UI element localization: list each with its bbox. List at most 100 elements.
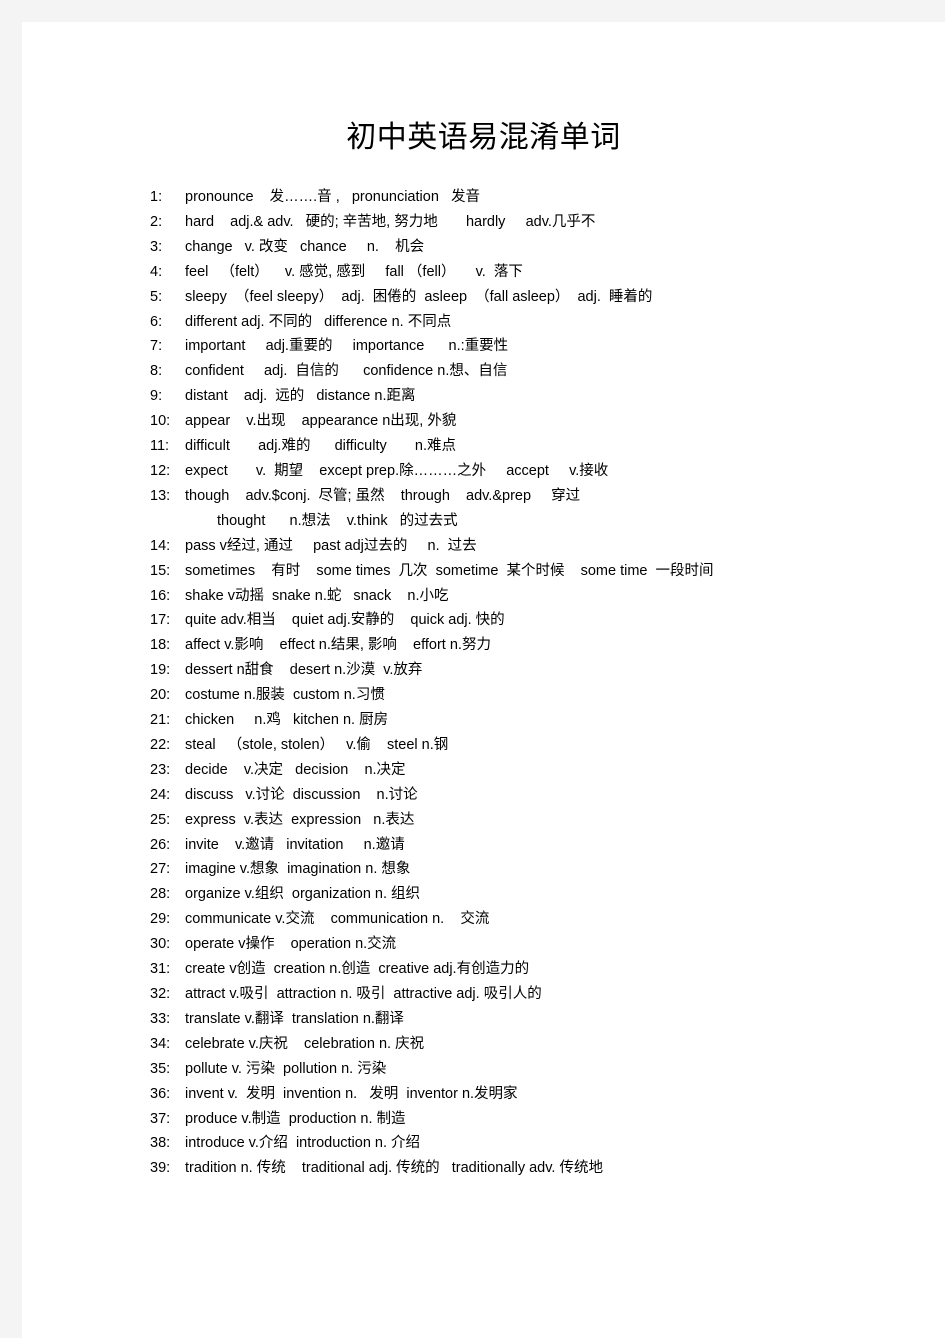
word-pair-row: 27: imagine v.想象 imagination n. 想象 — [150, 857, 890, 882]
word-pair-row: 9: distant adj. 远的 distance n.距离 — [150, 384, 890, 409]
word-pair-row: 6: different adj. 不同的 difference n. 不同点 — [150, 310, 890, 335]
word-pair-text: appear v.出现 appearance n出现, 外貌 — [185, 413, 457, 430]
word-pair-index: 33: — [150, 1010, 171, 1027]
word-pair-index: 13: — [150, 487, 171, 504]
word-pair-text: dessert n甜食 desert n.沙漠 v.放弃 — [185, 662, 423, 679]
word-pair-row: 35: pollute v. 污染 pollution n. 污染 — [150, 1057, 890, 1082]
word-pair-row: 12: expect v. 期望 except prep.除………之外 accep… — [150, 459, 890, 484]
word-pair-text: pass v经过, 通过 past adj过去的 n. 过去 — [185, 537, 477, 554]
word-pair-row: 4: feel （felt） v. 感觉, 感到 fall （fell） v. 落… — [150, 260, 890, 285]
word-pair-text: tradition n. 传统 traditional adj. 传统的 tra… — [185, 1160, 603, 1177]
word-pair-index: 14: — [150, 537, 171, 554]
word-pair-index: 35: — [150, 1060, 171, 1077]
word-pair-index: 16: — [150, 587, 171, 604]
word-pair-row: 2: hard adj.& adv. 硬的; 辛苦地, 努力地 hardly ad… — [150, 210, 890, 235]
word-pair-index: 1: — [150, 189, 163, 205]
document-page: 初中英语易混淆单词 1: pronounce 发…….音 , pronunciat… — [22, 22, 945, 1338]
word-pair-row: 8: confident adj. 自信的 confidence n.想、自信 — [150, 359, 890, 384]
word-pair-text: important adj.重要的 importance n.:重要性 — [185, 338, 509, 355]
word-pair-index: 9: — [150, 388, 163, 405]
word-pair-text: sleepy （feel sleepy） adj. 困倦的 asleep （fa… — [185, 288, 653, 305]
word-pair-row: 25: express v.表达 expression n.表达 — [150, 808, 890, 833]
word-pair-index: 28: — [150, 886, 171, 903]
word-pair-text: expect v. 期望 except prep.除………之外 accept v… — [185, 462, 609, 479]
word-pair-row: 28: organize v.组织 organization n. 组织 — [150, 882, 890, 907]
word-pair-index: 4: — [150, 263, 163, 280]
word-pair-index: 29: — [150, 911, 171, 928]
word-pair-index: 19: — [150, 662, 171, 679]
word-pair-text: attract v.吸引 attraction n. 吸引 attractive… — [185, 986, 542, 1002]
word-pair-index: 6: — [150, 313, 163, 330]
word-pair-row: 31: create v创造 creation n.创造 creative adj… — [150, 957, 890, 982]
word-pair-row: 29: communicate v.交流 communication n. 交流 — [150, 907, 890, 932]
word-pair-text: operate v操作 operation n.交流 — [185, 936, 397, 953]
word-pair-text: pollute v. 污染 pollution n. 污染 — [185, 1060, 387, 1077]
word-pair-text: sometimes 有时 some times 几次 sometime 某个时候… — [185, 562, 714, 579]
word-pair-index: 5: — [150, 288, 163, 305]
word-pair-text: express v.表达 expression n.表达 — [185, 811, 415, 828]
word-pair-row: 10: appear v.出现 appearance n出现, 外貌 — [150, 409, 890, 434]
word-pair-row: 33: translate v.翻译 translation n.翻译 — [150, 1007, 890, 1032]
word-pair-index: 7: — [150, 338, 163, 355]
word-pair-text: decide v.决定 decision n.决定 — [185, 761, 406, 778]
word-pair-row: 1: pronounce 发…….音 , pronunciation 发音 — [150, 185, 890, 210]
word-pair-text: imagine v.想象 imagination n. 想象 — [185, 861, 411, 878]
word-pair-row: 32: attract v.吸引 attraction n. 吸引 attract… — [150, 982, 890, 1007]
word-pair-row: 3: change v. 改变 chance n. 机会 — [150, 235, 890, 260]
word-pair-index: 25: — [150, 811, 171, 828]
word-pair-text: feel （felt） v. 感觉, 感到 fall （fell） v. 落下 — [185, 263, 523, 280]
word-pair-text: different adj. 不同的 difference n. 不同点 — [185, 313, 452, 330]
word-pair-text: communicate v.交流 communication n. 交流 — [185, 911, 490, 928]
word-pair-index: 21: — [150, 712, 171, 729]
word-pair-index: 34: — [150, 1035, 171, 1052]
word-pair-index: 38: — [150, 1135, 171, 1152]
word-pair-row: 39: tradition n. 传统 traditional adj. 传统的 … — [150, 1156, 890, 1181]
word-pair-index: 20: — [150, 687, 171, 704]
word-pair-index: 10: — [150, 413, 171, 430]
word-pair-index: 15: — [150, 562, 171, 579]
word-pair-text: affect v.影响 effect n.结果, 影响 effort n.努力 — [185, 637, 491, 654]
word-pair-text: organize v.组织 organization n. 组织 — [185, 886, 421, 903]
word-pair-row: 5: sleepy （feel sleepy） adj. 困倦的 asleep （… — [150, 285, 890, 310]
word-pair-text: create v创造 creation n.创造 creative adj.有创… — [185, 961, 530, 978]
word-pair-text: change v. 改变 chance n. 机会 — [185, 238, 425, 255]
word-pair-index: 24: — [150, 786, 171, 803]
word-pair-text: invent v. 发明 invention n. 发明 inventor n.… — [185, 1085, 518, 1102]
word-pair-index: 18: — [150, 637, 171, 654]
word-pair-row: 34: celebrate v.庆祝 celebration n. 庆祝 — [150, 1032, 890, 1057]
word-pair-text: discuss v.讨论 discussion n.讨论 — [185, 786, 418, 803]
word-pair-row: 16: shake v动摇 snake n.蛇 snack n.小吃 — [150, 584, 890, 609]
word-pair-index: 3: — [150, 238, 163, 255]
word-pair-row: thought n.想法 v.think 的过去式 — [150, 509, 890, 534]
word-pair-text: thought n.想法 v.think 的过去式 — [217, 512, 458, 529]
word-pair-row: 14: pass v经过, 通过 past adj过去的 n. 过去 — [150, 534, 890, 559]
word-pair-index: 39: — [150, 1160, 171, 1177]
word-pair-row: 13: though adv.$conj. 尽管; 虽然 through adv.… — [150, 484, 890, 509]
word-pair-index: 8: — [150, 363, 163, 380]
word-pair-text: produce v.制造 production n. 制造 — [185, 1110, 406, 1127]
word-pair-index: 26: — [150, 836, 171, 853]
word-pair-text: difficult adj.难的 difficulty n.难点 — [185, 438, 457, 455]
word-pair-text: quite adv.相当 quiet adj.安静的 quick adj. 快的 — [185, 612, 505, 629]
word-pair-index: 31: — [150, 961, 171, 978]
word-pair-index: 12: — [150, 462, 171, 479]
word-pair-index: 30: — [150, 936, 171, 953]
word-pair-row: 26: invite v.邀请 invitation n.邀请 — [150, 833, 890, 858]
word-pair-row: 11: difficult adj.难的 difficulty n.难点 — [150, 434, 890, 459]
word-pair-index: 17: — [150, 612, 171, 629]
word-pair-text: chicken n.鸡 kitchen n. 厨房 — [185, 712, 389, 729]
word-pair-row: 19: dessert n甜食 desert n.沙漠 v.放弃 — [150, 658, 890, 683]
word-pair-text: shake v动摇 snake n.蛇 snack n.小吃 — [185, 587, 449, 604]
word-pair-row: 30: operate v操作 operation n.交流 — [150, 932, 890, 957]
word-pair-text: translate v.翻译 translation n.翻译 — [185, 1010, 404, 1027]
page-title: 初中英语易混淆单词 — [346, 121, 621, 154]
word-pair-row: 23: decide v.决定 decision n.决定 — [150, 758, 890, 783]
word-pair-row: 36: invent v. 发明 invention n. 发明 inventor… — [150, 1082, 890, 1107]
word-pair-text: invite v.邀请 invitation n.邀请 — [185, 836, 405, 853]
word-pair-index: 11: — [150, 438, 170, 455]
word-pair-text: confident adj. 自信的 confidence n.想、自信 — [185, 363, 508, 380]
word-pair-row: 15: sometimes 有时 some times 几次 sometime 某… — [150, 559, 890, 584]
word-pair-index: 32: — [150, 986, 171, 1002]
word-pair-text: pronounce 发…….音 , pronunciation 发音 — [185, 189, 480, 205]
word-pair-index: 2: — [150, 213, 163, 230]
